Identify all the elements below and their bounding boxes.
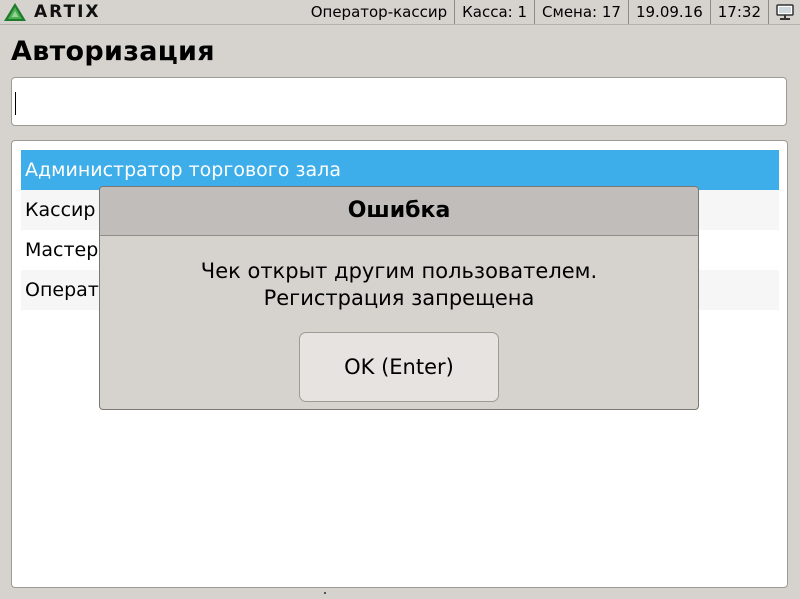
list-item-label: Кассир bbox=[25, 199, 96, 221]
dialog-message-line2: Регистрация запрещена bbox=[263, 286, 535, 310]
dialog-title: Ошибка bbox=[100, 187, 698, 236]
artix-logo-icon bbox=[4, 3, 26, 21]
list-item-label: Мастер bbox=[25, 239, 99, 261]
ok-button[interactable]: OK (Enter) bbox=[299, 332, 499, 402]
dialog-message: Чек открыт другим пользователем. Регистр… bbox=[100, 258, 698, 312]
decorative-dot bbox=[324, 592, 326, 594]
artix-logo: ARTIX bbox=[4, 2, 101, 22]
top-bar: ARTIX Оператор-кассир Касса: 1 Смена: 17… bbox=[0, 0, 800, 25]
status-panel: Оператор-кассир Касса: 1 Смена: 17 19.09… bbox=[304, 0, 800, 24]
status-register: Касса: 1 bbox=[454, 0, 534, 24]
network-icon bbox=[768, 0, 800, 24]
status-role: Оператор-кассир bbox=[310, 3, 448, 21]
list-item[interactable]: Администратор торгового зала bbox=[21, 150, 779, 190]
error-dialog: Ошибка Чек открыт другим пользователем. … bbox=[99, 186, 699, 410]
text-caret bbox=[15, 92, 16, 115]
list-item-label: Администратор торгового зала bbox=[25, 159, 341, 181]
password-input[interactable] bbox=[11, 77, 787, 126]
list-item-label: Операт bbox=[25, 279, 99, 301]
page-title: Авторизация bbox=[11, 36, 215, 67]
status-shift: Смена: 17 bbox=[534, 0, 628, 24]
logo-text: ARTIX bbox=[34, 2, 101, 22]
dialog-message-line1: Чек открыт другим пользователем. bbox=[200, 259, 598, 283]
status-time: 17:32 bbox=[709, 0, 768, 24]
status-date: 19.09.16 bbox=[627, 0, 710, 24]
